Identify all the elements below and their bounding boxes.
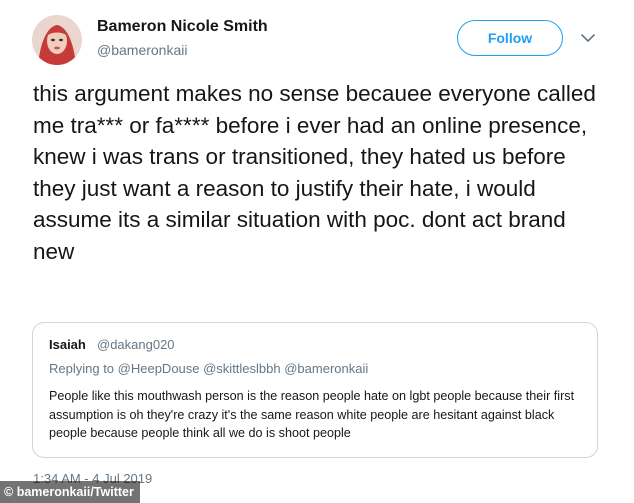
avatar[interactable] bbox=[32, 15, 82, 65]
follow-button[interactable]: Follow bbox=[457, 20, 563, 56]
quoted-tweet-text: People like this mouthwash person is the… bbox=[49, 389, 575, 440]
quoted-author-name: Isaiah bbox=[49, 337, 86, 352]
quoted-author-handle: @dakang020 bbox=[97, 337, 175, 352]
quoted-tweet[interactable]: Isaiah @dakang020 Replying to @HeepDouse… bbox=[32, 322, 598, 458]
avatar-image bbox=[32, 15, 82, 65]
image-credit: © bameronkaii/Twitter bbox=[0, 481, 140, 503]
author-handle[interactable]: @bameronkaii bbox=[97, 42, 187, 58]
chevron-down-icon[interactable] bbox=[580, 32, 596, 44]
replying-to: Replying to @HeepDouse @skittleslbbh @ba… bbox=[49, 361, 369, 376]
tweet-text: this argument makes no sense becauee eve… bbox=[33, 81, 596, 264]
author-name[interactable]: Bameron Nicole Smith bbox=[97, 18, 268, 36]
copyright-icon: © bbox=[4, 485, 17, 499]
credit-text: bameronkaii/Twitter bbox=[16, 485, 134, 499]
